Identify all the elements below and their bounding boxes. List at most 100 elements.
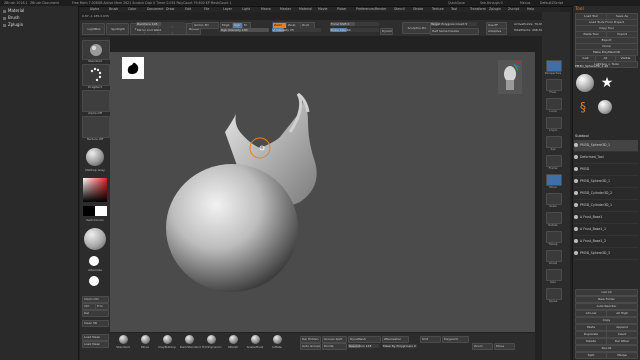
split-button[interactable]: Split: [575, 352, 607, 359]
menu-help[interactable]: Help: [527, 7, 534, 11]
lightbox-button[interactable]: LightBox: [82, 23, 105, 35]
z-intensity-slider[interactable]: Z Intensity 25: [272, 28, 321, 32]
left-tray-zplugin[interactable]: Zplugin: [3, 22, 23, 28]
clear-3d-button[interactable]: Clear 3D: [82, 320, 109, 327]
subtool-item[interactable]: PM3D_Sphere3D_3: [574, 248, 638, 260]
auto-groups-button[interactable]: Auto Groups: [300, 343, 321, 350]
menu-macro[interactable]: Macro: [261, 7, 271, 11]
menu-preferences[interactable]: Preferences: [356, 7, 375, 11]
del-button[interactable]: Del: [82, 310, 109, 317]
subdivision-mode-buttons[interactable]: Half Same Double: [430, 28, 479, 35]
material-sphere-icon[interactable]: [84, 228, 106, 250]
subtool-item[interactable]: A Frust_Base1_2: [574, 236, 638, 248]
new-folder-button[interactable]: New Folder: [575, 296, 638, 303]
spotlight-button[interactable]: Spotlight: [106, 23, 129, 35]
list-all-button[interactable]: List All: [575, 289, 638, 296]
target-polygons-slider[interactable]: Target Polygons Count 5: [430, 22, 477, 26]
menu-edit[interactable]: Edit: [185, 7, 191, 11]
del-all-button[interactable]: Del All: [575, 345, 638, 352]
polypaint-button[interactable]: Polypaint: [442, 336, 469, 343]
color-picker[interactable]: [83, 178, 107, 202]
merge-button[interactable]: Merge: [606, 352, 638, 359]
ctrl-button[interactable]: Ctrl: [82, 303, 96, 310]
del-hidden-button[interactable]: Del Hidden: [300, 336, 321, 343]
subtool-item[interactable]: PM3D_Sphere3D_1: [574, 140, 638, 152]
dynamesh-button[interactable]: DynaMesh: [348, 336, 381, 343]
menu-marker[interactable]: Marker: [280, 7, 291, 11]
claim-old-button[interactable]: Claim Old: [82, 296, 109, 303]
subtool-item[interactable]: PM3D: [574, 164, 638, 176]
gizmo-3d-button[interactable]: Gizmo 3D: [192, 22, 219, 29]
subtool-item[interactable]: PM3D_Cylinder3D_1: [574, 200, 638, 212]
dynamic-button[interactable]: Dynamic: [380, 28, 393, 35]
copy-button[interactable]: Copy: [575, 317, 638, 324]
focal-shift-slider[interactable]: Focal Shift 0: [330, 22, 379, 26]
load-mean-button[interactable]: Load Mean: [82, 334, 109, 341]
subtool-item[interactable]: PM3D_Sphere3D_1: [574, 176, 638, 188]
subtool-item[interactable]: Deformed_Tool: [574, 152, 638, 164]
duplicate-button[interactable]: Duplicate: [575, 331, 607, 338]
menu-file[interactable]: File: [204, 7, 209, 11]
quicksave-button[interactable]: QuickSave: [448, 1, 465, 5]
default-zscript-button[interactable]: DefaultZScript: [540, 1, 563, 5]
menu-zscript[interactable]: Zscript: [508, 7, 519, 11]
menu-transform[interactable]: Transform: [470, 7, 486, 11]
polymesh3d-thumb[interactable]: [598, 100, 612, 114]
menu-brush[interactable]: Brush: [109, 7, 118, 11]
del-other-button[interactable]: Del Other: [606, 338, 638, 345]
zoom-button[interactable]: Zoom: [472, 343, 493, 350]
stroke-tile[interactable]: [82, 64, 110, 86]
brush-inflate[interactable]: Inflate: [268, 335, 286, 349]
backface-slider[interactable]: Backface 128: [136, 22, 185, 26]
rgb-intensity-slider[interactable]: Rgb Intensity 100: [220, 28, 269, 32]
brush-snakehook[interactable]: SnakeHook: [246, 335, 264, 349]
subtool-item[interactable]: PM3D_Cylinder3D_2: [574, 188, 638, 200]
simplebrush-thumb[interactable]: §: [576, 100, 590, 114]
frm-button[interactable]: Frm: [95, 303, 109, 310]
all-high-button[interactable]: All High: [606, 310, 638, 317]
all-low-button[interactable]: All Low: [575, 310, 607, 317]
menu-color[interactable]: Color: [128, 7, 136, 11]
left-tray-brush[interactable]: Brush: [3, 15, 20, 21]
brush-hpolish[interactable]: hPolish: [224, 335, 242, 349]
sculptris-pro-button[interactable]: Sculptris Pro: [402, 22, 431, 34]
menu-document[interactable]: Document: [147, 7, 164, 11]
star-tool-thumb[interactable]: ★: [598, 74, 616, 92]
menu-stroke[interactable]: Stroke: [413, 7, 423, 11]
sphere-tool-thumb[interactable]: [576, 74, 594, 92]
menu-alpha[interactable]: Alpha: [90, 7, 99, 11]
menus-toggle[interactable]: Menus: [520, 1, 530, 5]
menu-zplugin[interactable]: Zplugin: [489, 7, 501, 11]
menu-picker[interactable]: Picker: [337, 7, 347, 11]
append-button[interactable]: Append: [606, 324, 638, 331]
subtool-item[interactable]: A Frust_Base1_1: [574, 224, 638, 236]
groups-split-button[interactable]: Groups Split: [322, 336, 347, 343]
secondary-color-swatch[interactable]: [95, 206, 107, 216]
insert-button[interactable]: Insert: [606, 331, 638, 338]
brush-tile[interactable]: [82, 40, 110, 60]
menu-light[interactable]: Light: [242, 7, 250, 11]
brush-claybuildup[interactable]: ClayBuildup: [158, 335, 176, 349]
menu-movie[interactable]: Movie: [318, 7, 327, 11]
navigation-head-widget[interactable]: [498, 60, 522, 94]
menu-draw[interactable]: Draw: [166, 7, 174, 11]
texture-tile[interactable]: [82, 116, 110, 138]
main-color-swatch[interactable]: [83, 206, 95, 216]
draw-size-slider[interactable]: Draw Size 64: [330, 28, 379, 32]
brush-standard[interactable]: Standard: [114, 335, 132, 349]
menu-material[interactable]: Material: [299, 7, 312, 11]
delete-button[interactable]: Delete: [575, 338, 607, 345]
resolution-slider[interactable]: Resolution 128: [348, 344, 379, 348]
brush-trimdynamic[interactable]: TrimDynamic: [202, 335, 222, 349]
auto-reorder-button[interactable]: Auto Reorder: [575, 303, 638, 310]
menu-texture[interactable]: Texture: [432, 7, 444, 11]
brush-move[interactable]: Move: [136, 335, 154, 349]
smt-button[interactable]: Smt: [420, 336, 441, 343]
seethrough-slider[interactable]: See-through 0: [480, 1, 503, 5]
left-tray-material[interactable]: Material: [3, 8, 24, 14]
paste-button[interactable]: Paste: [575, 324, 607, 331]
subtool-item[interactable]: A Frust_Base1: [574, 212, 638, 224]
menu-tool[interactable]: Tool: [451, 7, 457, 11]
alpha-tile[interactable]: [82, 90, 110, 112]
viewport-canvas[interactable]: [110, 52, 535, 332]
